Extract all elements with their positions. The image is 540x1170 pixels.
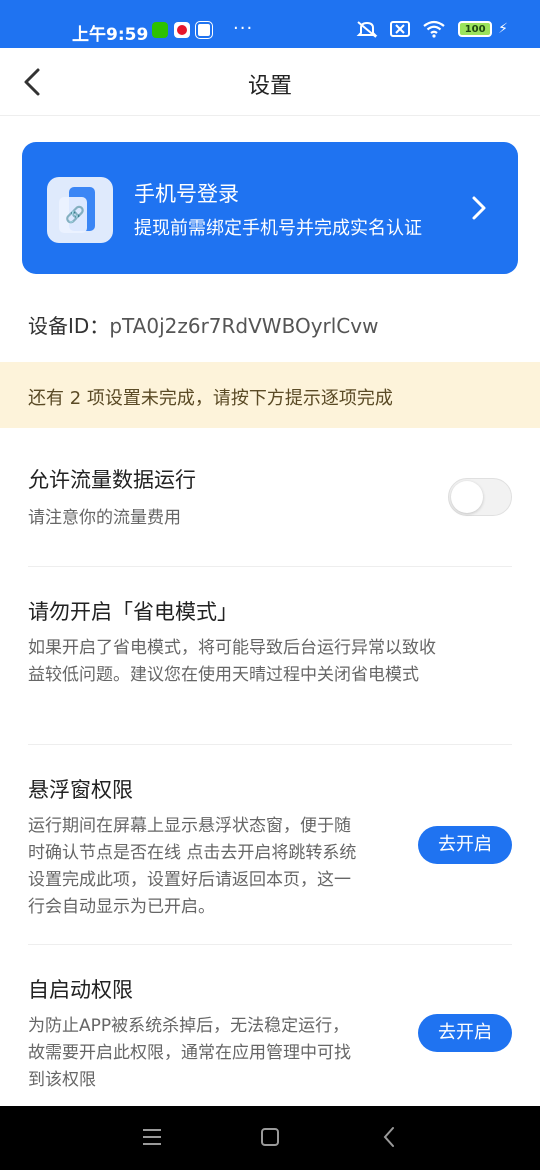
floating-window-desc-line2: 时确认节点是否在线 点击去开启将跳转系统	[28, 843, 357, 863]
autostart-title: 自启动权限	[28, 978, 133, 1002]
device-id: 设备ID：pTA0j2z6r7RdVWBOyrlCvw	[28, 310, 378, 339]
divider	[28, 944, 512, 945]
status-bar: 上午9:59 ··· 100 ⚡	[0, 0, 540, 48]
wechat-icon	[152, 22, 168, 38]
power-saving-desc-line1: 如果开启了省电模式，将可能导致后台运行异常以致收	[28, 638, 436, 658]
chevron-right-icon	[472, 196, 486, 220]
message-icon	[195, 21, 213, 39]
wifi-icon	[423, 20, 445, 38]
battery-icon: 100	[458, 21, 493, 37]
divider	[28, 566, 512, 567]
login-card-subtitle: 提现前需绑定手机号并完成实名认证	[134, 218, 422, 239]
data-usage-desc: 请注意你的流量费用	[28, 508, 181, 528]
floating-window-desc-line4: 行会自动显示为已开启。	[28, 897, 215, 917]
login-card-title: 手机号登录	[134, 182, 239, 206]
device-id-value: pTA0j2z6r7RdVWBOyrlCvw	[109, 314, 379, 338]
data-usage-title: 允许流量数据运行	[28, 468, 196, 492]
home-icon[interactable]	[261, 1128, 279, 1146]
power-saving-desc-line2: 益较低问题。建议您在使用天晴过程中关闭省电模式	[28, 665, 419, 685]
weibo-icon	[174, 22, 190, 38]
autostart-desc-line1: 为防止APP被系统杀掉后，无法稳定运行，	[28, 1016, 350, 1036]
floating-window-desc-line3: 设置完成此项，设置好后请返回本页，这一	[28, 870, 351, 890]
autostart-desc-line3: 到该权限	[28, 1070, 96, 1090]
phone-link-icon: 🔗	[47, 177, 113, 243]
autostart-desc-line2: 故需要开启此权限，通常在应用管理中可找	[28, 1043, 351, 1063]
power-saving-title: 请勿开启「省电模式」	[28, 600, 238, 624]
page-title: 设置	[247, 74, 292, 99]
notice-text: 还有 2 项设置未完成，请按下方提示逐项完成	[28, 388, 393, 409]
pending-settings-notice: 还有 2 项设置未完成，请按下方提示逐项完成	[0, 362, 540, 428]
floating-window-title: 悬浮窗权限	[28, 778, 133, 802]
status-time: 上午9:59	[72, 25, 149, 45]
autostart-open-button[interactable]: 去开启	[418, 1014, 512, 1052]
system-icons: 100 ⚡	[356, 20, 508, 38]
recent-apps-icon[interactable]	[142, 1128, 162, 1146]
device-id-label: 设备ID：	[28, 314, 110, 338]
system-navigation-bar	[0, 1106, 540, 1170]
data-usage-toggle[interactable]	[448, 478, 512, 516]
toggle-knob	[451, 481, 483, 513]
mute-icon	[356, 21, 378, 38]
sim-off-icon	[390, 21, 411, 37]
notification-icons	[152, 21, 213, 39]
divider	[28, 744, 512, 745]
navigation-bar: 设置	[0, 48, 540, 116]
phone-login-card[interactable]: 🔗 手机号登录 提现前需绑定手机号并完成实名认证	[22, 142, 518, 274]
floating-window-open-button[interactable]: 去开启	[418, 826, 512, 864]
floating-window-desc-line1: 运行期间在屏幕上显示悬浮状态窗，便于随	[28, 816, 351, 836]
system-back-icon[interactable]	[382, 1126, 396, 1148]
more-notifications: ···	[233, 18, 254, 39]
charging-icon: ⚡	[498, 21, 508, 37]
